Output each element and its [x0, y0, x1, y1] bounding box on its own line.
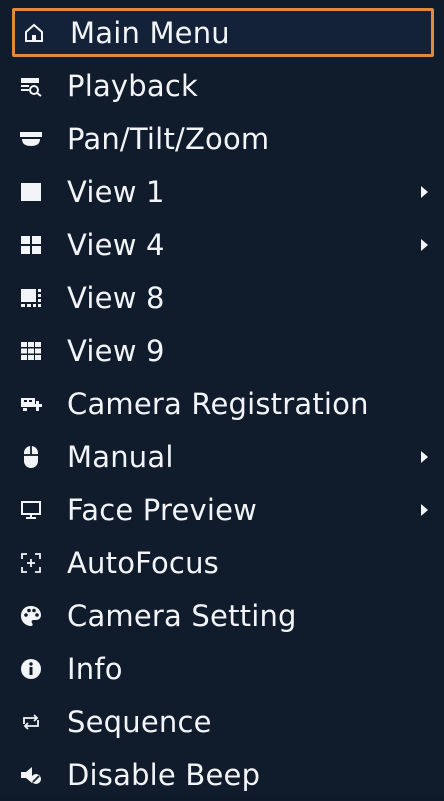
- sequence-icon: [17, 708, 45, 736]
- camera-registration-icon: [17, 390, 45, 418]
- menu-item-manual[interactable]: Manual: [12, 430, 434, 483]
- menu-item-label: View 8: [67, 280, 165, 315]
- menu-item-camera-setting[interactable]: Camera Setting: [12, 589, 434, 642]
- menu-item-label: Main Menu: [70, 15, 230, 50]
- menu-item-label: AutoFocus: [67, 545, 219, 580]
- menu-item-label: View 4: [67, 227, 165, 262]
- menu-item-playback[interactable]: Playback: [12, 59, 434, 112]
- ptz-camera-icon: [17, 125, 45, 153]
- view-8-icon: [17, 284, 45, 312]
- view-1-icon: [17, 178, 45, 206]
- home-icon: [20, 19, 48, 47]
- submenu-arrow-icon: [421, 503, 428, 516]
- playback-icon: [17, 72, 45, 100]
- palette-icon: [17, 602, 45, 630]
- menu-item-main-menu[interactable]: Main Menu: [12, 8, 434, 57]
- menu-item-view-1[interactable]: View 1: [12, 165, 434, 218]
- submenu-arrow-icon: [421, 238, 428, 251]
- autofocus-icon: [17, 549, 45, 577]
- info-icon: [17, 655, 45, 683]
- submenu-arrow-icon: [421, 450, 428, 463]
- menu-item-camera-registration[interactable]: Camera Registration: [12, 377, 434, 430]
- menu-item-view-8[interactable]: View 8: [12, 271, 434, 324]
- view-9-icon: [17, 337, 45, 365]
- menu-item-view-4[interactable]: View 4: [12, 218, 434, 271]
- menu-item-label: Camera Setting: [67, 598, 297, 633]
- menu-item-label: View 1: [67, 174, 165, 209]
- menu-item-autofocus[interactable]: AutoFocus: [12, 536, 434, 589]
- menu-item-pan-tilt-zoom[interactable]: Pan/Tilt/Zoom: [12, 112, 434, 165]
- speaker-mute-icon: [17, 761, 45, 789]
- submenu-arrow-icon: [421, 185, 428, 198]
- menu-item-face-preview[interactable]: Face Preview: [12, 483, 434, 536]
- mouse-icon: [17, 443, 45, 471]
- menu-item-label: Manual: [67, 439, 174, 474]
- menu-item-label: View 9: [67, 333, 165, 368]
- menu-item-label: Disable Beep: [67, 757, 261, 792]
- menu-item-sequence[interactable]: Sequence: [12, 695, 434, 748]
- menu-item-label: Playback: [67, 68, 198, 103]
- menu-item-label: Camera Registration: [67, 386, 369, 421]
- menu-item-label: Sequence: [67, 704, 212, 739]
- menu-item-disable-beep[interactable]: Disable Beep: [12, 748, 434, 801]
- view-4-icon: [17, 231, 45, 259]
- monitor-icon: [17, 496, 45, 524]
- menu-item-label: Pan/Tilt/Zoom: [67, 121, 270, 156]
- menu-item-info[interactable]: Info: [12, 642, 434, 695]
- context-menu: Main Menu Playback Pan/Tilt/Zoom View 1 …: [0, 0, 444, 796]
- menu-item-label: Info: [67, 651, 123, 686]
- menu-item-label: Face Preview: [67, 492, 258, 527]
- menu-item-view-9[interactable]: View 9: [12, 324, 434, 377]
